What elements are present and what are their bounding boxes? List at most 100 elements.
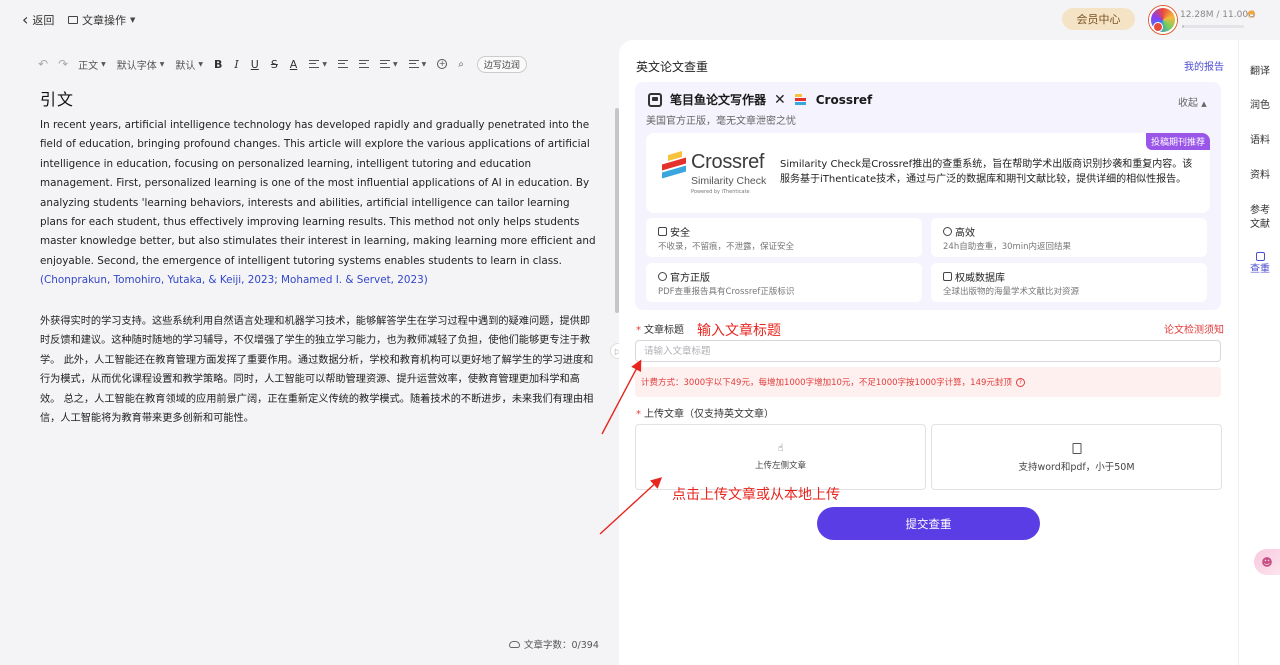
member-center-button[interactable]: 会员中心 — [1062, 8, 1135, 30]
article-title-input[interactable] — [635, 340, 1221, 362]
feature-title-text: 权威数据库 — [955, 273, 1005, 284]
document-operations-label: 文章操作 — [82, 14, 126, 27]
caret-down-icon: ▼ — [322, 60, 327, 68]
database-icon — [943, 272, 952, 281]
upload-local-file-button[interactable]: 支持word和pdf，小于50M — [931, 424, 1222, 490]
line-spacing-select[interactable]: ▼ — [408, 60, 427, 68]
caret-down-icon: ▼ — [159, 60, 165, 68]
sidebar-item-materials[interactable]: 资料 — [1239, 169, 1280, 183]
crossref-bar-red — [794, 97, 806, 101]
storage-usage-bar — [1182, 25, 1244, 28]
paragraph-chinese[interactable]: 外获得实时的学习支持。这些系统利用自然语言处理和机器学习技术，能够解答学生在学习… — [40, 312, 596, 428]
document-title[interactable]: 引文 — [40, 86, 74, 110]
document-operations-menu[interactable]: 文章操作 ▼ — [68, 12, 135, 28]
pricing-text: 计费方式：3000字以下49元，每增加1000字增加10元，不足1000字按10… — [641, 378, 1012, 388]
indent-icon — [337, 60, 348, 68]
hand-pointer-icon: ☝ — [777, 443, 784, 454]
back-label: 返回 — [32, 14, 55, 27]
collapse-toggle[interactable]: 收起 ▲ — [1178, 94, 1207, 109]
list-icon — [379, 60, 390, 68]
sidebar-item-references[interactable]: 参考文献 — [1239, 204, 1280, 232]
write-and-polish-button[interactable]: 边写边润 — [476, 55, 527, 73]
undo-icon[interactable]: ↶ — [38, 57, 48, 71]
service-header: 笔目鱼论文写作器 ✕ Crossref — [648, 91, 872, 108]
font-size-value: 默认 — [175, 60, 196, 72]
feature-card-security: 安全 不收录，不留痕，不泄露，保证安全 — [646, 218, 922, 257]
crossref-logo: Crossref Similarity Check Powered by iTh… — [662, 149, 770, 199]
feature-title-text: 安全 — [670, 228, 690, 239]
feature-desc: 全球出版物的海量学术文献比对资源 — [943, 287, 1080, 297]
list-select[interactable]: ▼ — [379, 60, 398, 68]
crossref-bar-blue — [794, 101, 806, 105]
italic-button[interactable]: I — [234, 58, 238, 71]
caret-down-icon: ▼ — [130, 16, 136, 24]
feature-title: 权威数据库 — [943, 269, 1005, 284]
certified-icon — [658, 272, 667, 281]
insert-button[interactable]: + — [437, 59, 448, 69]
crossref-logo-powered: Powered by iThenticate — [691, 189, 750, 195]
bold-button[interactable]: B — [214, 58, 222, 71]
paragraph-style-select[interactable]: 正文 ▼ — [78, 57, 106, 72]
pricing-notice: 计费方式：3000字以下49元，每增加1000字增加10元，不足1000字按10… — [635, 367, 1221, 397]
citation[interactable]: (Chonprakun, Tomohiro, Yutaka, & Keiji, … — [40, 274, 428, 286]
file-icon — [1072, 443, 1081, 457]
submit-check-button[interactable]: 提交查重 — [817, 507, 1040, 540]
sidebar-item-polish[interactable]: 润色 — [1239, 99, 1280, 113]
detection-notice-link[interactable]: 论文检测须知 — [1164, 321, 1224, 336]
avatar[interactable] — [1149, 6, 1177, 34]
caret-down-icon: ▼ — [392, 60, 398, 68]
sidebar-item-check-label: 查重 — [1250, 264, 1270, 275]
strikethrough-button[interactable]: S — [271, 58, 278, 71]
clock-icon — [943, 227, 952, 236]
my-report-link[interactable]: 我的报告 — [1184, 58, 1224, 73]
storage-usage-text: 12.28M / 11.00G — [1180, 10, 1256, 20]
search-button[interactable]: ⌕ — [458, 59, 464, 70]
align-select[interactable]: ▼ — [309, 60, 327, 68]
crossref-logo-subtitle: Similarity Check — [691, 175, 767, 187]
paragraph-style-value: 正文 — [78, 60, 99, 72]
cross-separator: ✕ — [774, 91, 786, 108]
panel-title: 英文论文查重 — [636, 60, 709, 74]
crossref-logo-word: Crossref — [691, 151, 765, 173]
feature-title-text: 高效 — [955, 228, 975, 239]
redo-icon[interactable]: ↷ — [58, 57, 68, 71]
plagiarism-check-panel: 英文论文查重 我的报告 笔目鱼论文写作器 ✕ Crossref 收起 ▲ 美国官… — [619, 40, 1238, 665]
upload-label-text: 上传文章（仅支持英文文章） — [644, 409, 774, 420]
feature-title: 高效 — [943, 224, 975, 239]
upload-left-article-button[interactable]: ☝ 上传左侧文章 — [635, 424, 926, 490]
back-button[interactable]: ‹ 返回 — [22, 12, 54, 28]
question-icon[interactable]: ? — [1015, 377, 1025, 387]
service-subtitle: 美国官方正版，毫无文章泄密之忧 — [646, 116, 796, 127]
crossref-card: 投稿期刊推荐 Crossref Similarity Check Powered… — [646, 133, 1210, 213]
upload-local-text: 支持word和pdf，小于50M — [1018, 462, 1135, 473]
font-family-select[interactable]: 默认字体 ▼ — [117, 57, 165, 72]
font-color-button[interactable]: A — [290, 58, 298, 71]
feature-card-official: 官方正版 PDF查重报告具有Crossref正版标识 — [646, 263, 922, 302]
upload-label: * 上传文章（仅支持英文文章） — [636, 405, 774, 420]
service-name-a: 笔目鱼论文写作器 — [670, 93, 767, 107]
paragraph-english[interactable]: In recent years, artificial intelligence… — [40, 116, 596, 291]
feature-desc: 不收录，不留痕，不泄露，保证安全 — [658, 242, 795, 252]
align-icon — [309, 60, 320, 68]
service-info-box: 笔目鱼论文写作器 ✕ Crossref 收起 ▲ 美国官方正版，毫无文章泄密之忧… — [635, 82, 1221, 310]
sidebar-item-check[interactable]: 查重 — [1239, 252, 1280, 277]
collapse-label: 收起 — [1178, 98, 1198, 109]
caret-down-icon: ▼ — [198, 60, 203, 68]
font-size-select[interactable]: 默认 ▼ — [175, 57, 203, 72]
outdent-button[interactable] — [358, 60, 369, 68]
chevron-left-icon: ‹ — [22, 10, 29, 29]
caret-down-icon: ▼ — [421, 60, 427, 68]
top-bar: ‹ 返回 文章操作 ▼ 会员中心 12.28M / 11.00G ◓ — [0, 0, 1280, 40]
sidebar-item-translate[interactable]: 翻译 — [1239, 65, 1280, 79]
journal-recommend-badge[interactable]: 投稿期刊推荐 — [1145, 133, 1210, 150]
assistant-bot-icon[interactable]: ☻ — [1254, 549, 1280, 575]
underline-button[interactable]: U — [251, 58, 259, 71]
storage-usage-fill — [1182, 25, 1184, 28]
scan-icon — [1255, 252, 1265, 261]
feature-desc: 24h自助查重，30min内返回结果 — [943, 242, 1072, 252]
wifi-icon: ◓ — [1247, 9, 1256, 20]
indent-button[interactable] — [337, 60, 348, 68]
word-count: 文章字数：0/394 — [509, 637, 599, 651]
service-name-b: Crossref — [815, 92, 873, 107]
sidebar-item-corpus[interactable]: 语料 — [1239, 134, 1280, 148]
